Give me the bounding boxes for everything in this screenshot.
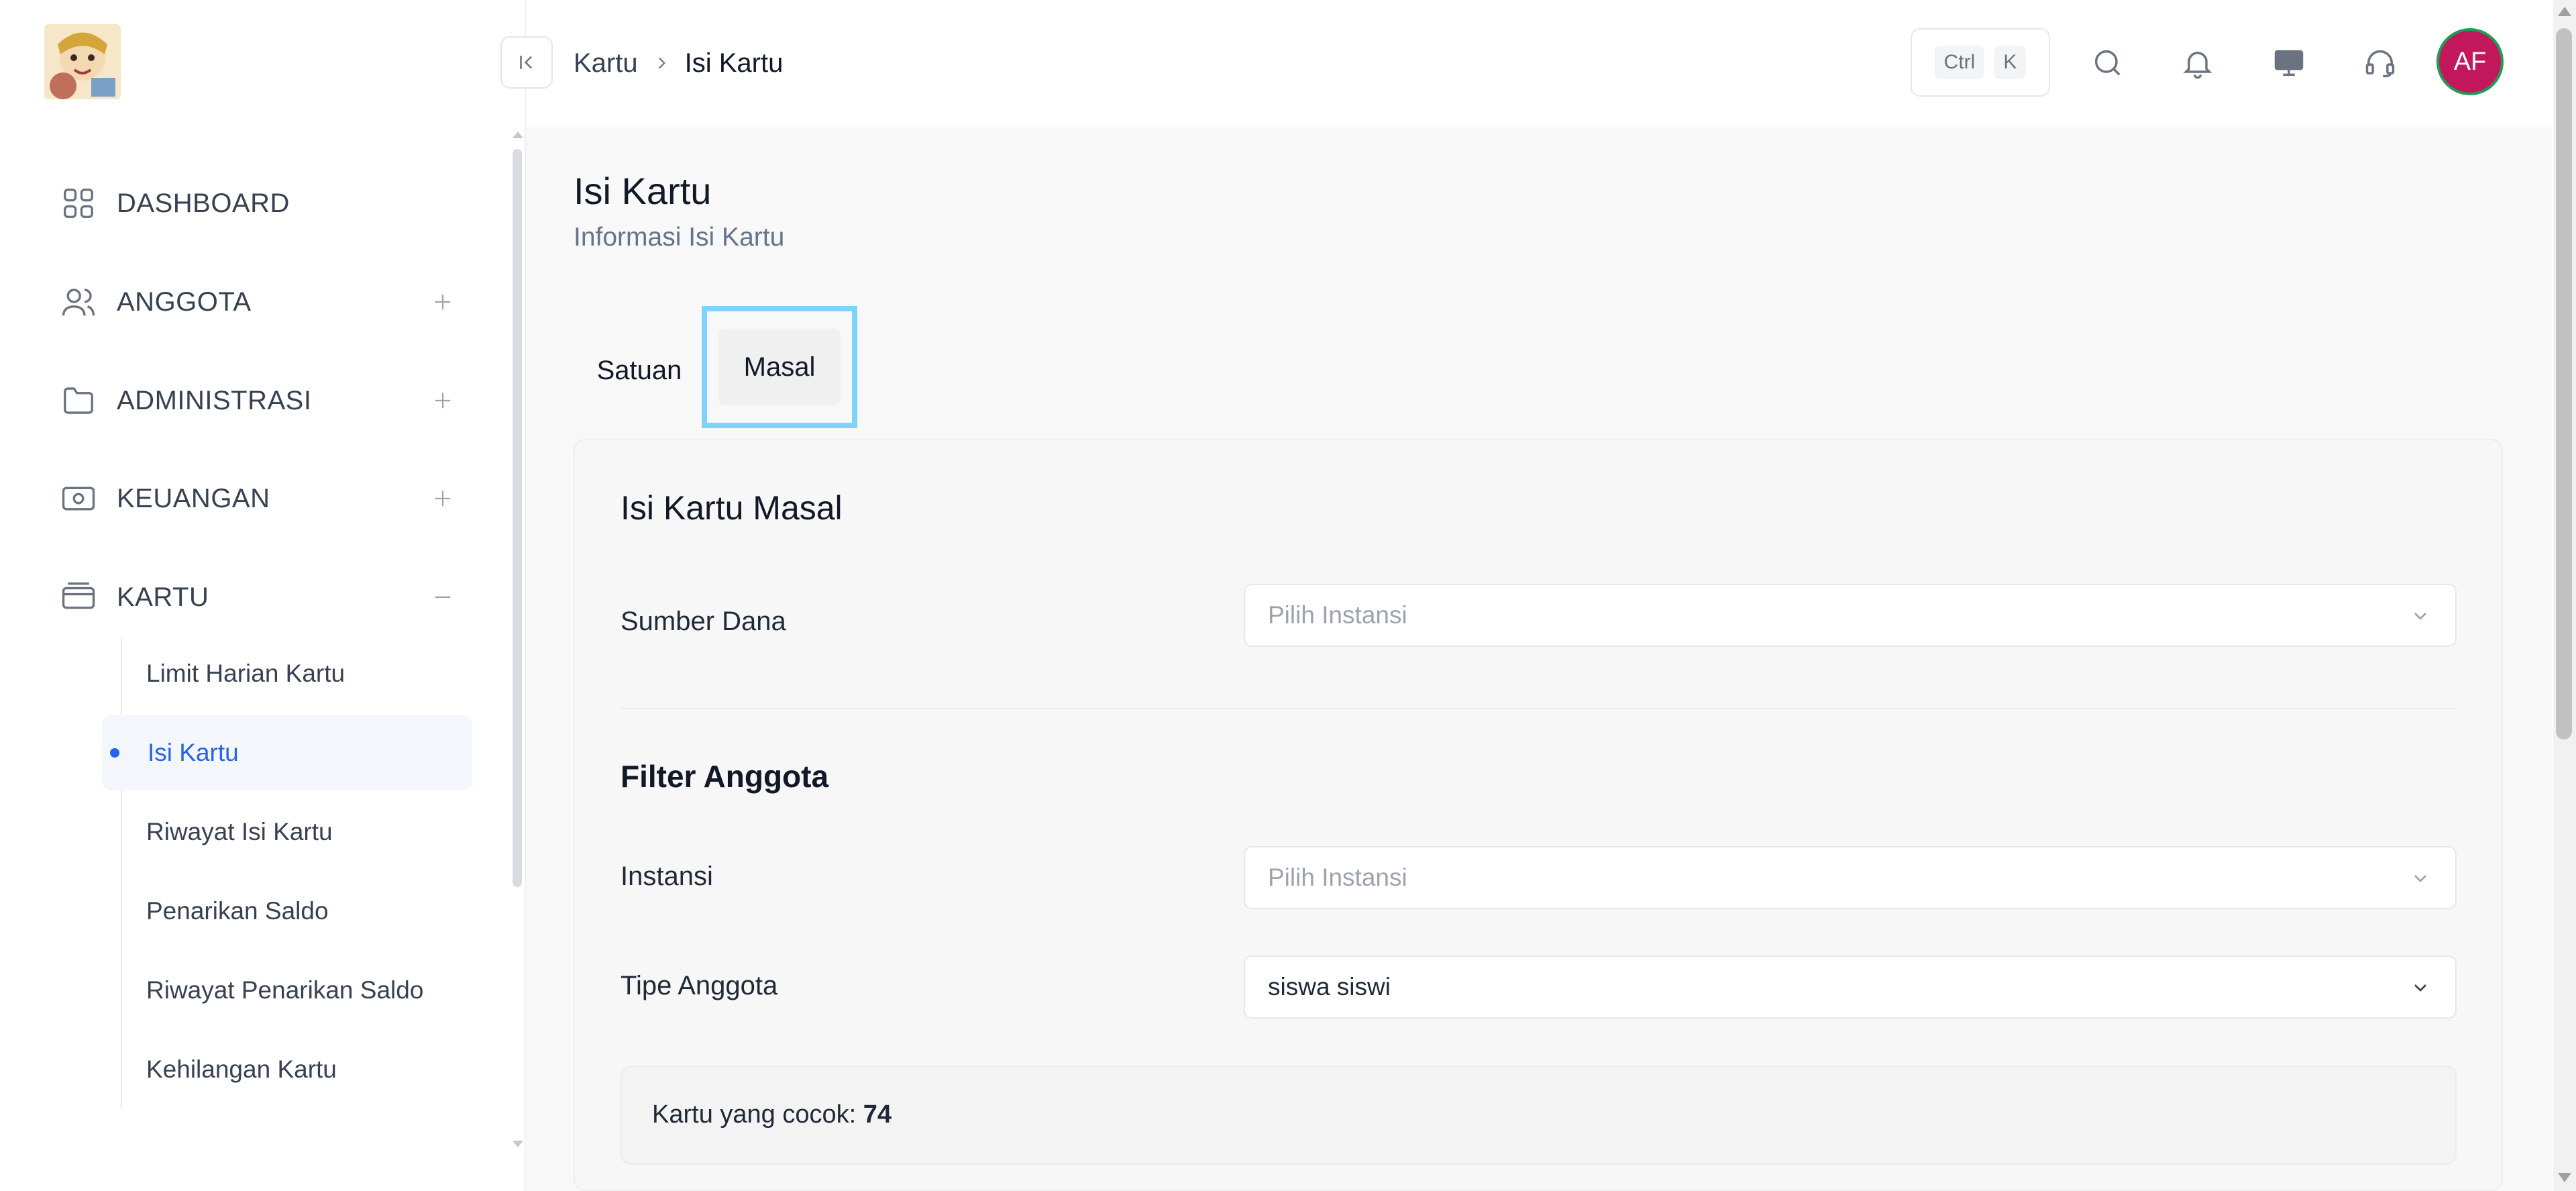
match-text: Kartu yang cocok: 74	[652, 1100, 892, 1129]
chevron-down-icon	[2414, 613, 2426, 620]
breadcrumb-kartu[interactable]: Kartu	[574, 48, 638, 79]
tab-masal[interactable]: Masal	[702, 306, 857, 428]
match-count: 74	[863, 1100, 892, 1129]
form-title: Isi Kartu Masal	[621, 489, 843, 527]
page-title: Isi Kartu	[574, 170, 712, 212]
sidebar-subitem-kehilangan[interactable]: Kehilangan Kartu	[101, 1032, 470, 1107]
sidebar-item-administrasi[interactable]: ADMINISTRASI	[0, 360, 496, 441]
sidebar-item-label: KARTU	[117, 582, 209, 612]
collapse-sidebar-button[interactable]	[500, 36, 553, 89]
page-scroll-up[interactable]	[2558, 7, 2571, 16]
card-icon	[60, 579, 97, 615]
tab-label: Masal	[743, 352, 816, 382]
plus-icon[interactable]	[429, 387, 456, 414]
sidebar-item-kartu[interactable]: KARTU	[0, 557, 496, 637]
top-header	[526, 0, 2552, 127]
bell-icon[interactable]	[2176, 42, 2219, 85]
sidebar-subitem-riwayat-penarikan[interactable]: Riwayat Penarikan Saldo	[101, 953, 470, 1028]
select-placeholder: Pilih Instansi	[1268, 864, 1407, 891]
sidebar-scrollbar[interactable]	[513, 149, 522, 887]
plus-icon[interactable]	[429, 289, 456, 315]
match-label: Kartu yang cocok:	[652, 1100, 863, 1129]
sumber-dana-label: Sumber Dana	[621, 607, 786, 636]
command-palette-button[interactable]: Ctrl K	[1911, 28, 2050, 97]
kbd-k: K	[1994, 46, 2027, 79]
sidebar-item-label: ANGGOTA	[117, 287, 252, 317]
subitem-label: Riwayat Penarikan Saldo	[146, 976, 424, 1004]
sidebar-subitem-limit-harian[interactable]: Limit Harian Kartu	[101, 636, 470, 711]
sidebar-item-label: DASHBOARD	[117, 188, 290, 218]
cash-icon	[60, 480, 97, 517]
plus-icon[interactable]	[429, 485, 456, 512]
grid-icon	[60, 185, 97, 221]
match-summary	[621, 1066, 2457, 1165]
subitem-label: Penarikan Saldo	[146, 897, 329, 925]
sidebar-item-label: ADMINISTRASI	[117, 385, 312, 415]
chevron-down-icon	[2414, 984, 2426, 992]
sidebar-scroll-up[interactable]	[513, 132, 523, 138]
select-placeholder: Pilih Instansi	[1268, 601, 1407, 629]
folder-icon	[60, 382, 97, 419]
page-scrollbar-thumb[interactable]	[2556, 28, 2572, 739]
sidebar-item-keuangan[interactable]: KEUANGAN	[0, 458, 496, 539]
subitem-label: Kehilangan Kartu	[146, 1055, 337, 1083]
minus-icon[interactable]	[429, 584, 456, 611]
tipe-anggota-label: Tipe Anggota	[621, 971, 778, 1000]
chevron-down-icon	[2414, 875, 2426, 882]
sidebar-item-anggota[interactable]: ANGGOTA	[0, 262, 496, 342]
sidebar: DASHBOARD ANGGOTA ADMINISTRASI KEUANGAN …	[0, 0, 526, 1191]
tab-label: Satuan	[596, 355, 682, 385]
breadcrumb: Kartu Isi Kartu	[574, 43, 783, 83]
monitor-icon[interactable]	[2267, 42, 2310, 85]
sidebar-subitem-riwayat-isi[interactable]: Riwayat Isi Kartu	[101, 794, 470, 870]
instansi-label: Instansi	[621, 862, 713, 891]
active-dot	[110, 748, 119, 758]
user-avatar[interactable]: AF	[2436, 28, 2504, 95]
subitem-label: Isi Kartu	[148, 739, 239, 766]
filter-title: Filter Anggota	[621, 759, 829, 794]
tab-satuan[interactable]: Satuan	[582, 317, 696, 424]
section-divider	[621, 708, 2457, 709]
breadcrumb-current: Isi Kartu	[684, 48, 784, 78]
sidebar-item-dashboard[interactable]: DASHBOARD	[0, 163, 496, 244]
collapse-icon	[520, 56, 532, 69]
tab-masal-inner: Masal	[718, 329, 841, 405]
sidebar-scroll-down[interactable]	[513, 1141, 523, 1147]
headset-icon[interactable]	[2359, 42, 2402, 85]
avatar-initials: AF	[2453, 47, 2487, 76]
page-subtitle: Informasi Isi Kartu	[574, 223, 785, 252]
select-value: siswa siswi	[1268, 973, 1391, 1000]
instansi-select[interactable]: Pilih Instansi	[1244, 846, 2457, 909]
sumber-dana-select[interactable]: Pilih Instansi	[1244, 584, 2457, 647]
tipe-anggota-select[interactable]: siswa siswi	[1244, 955, 2457, 1019]
page-scroll-down[interactable]	[2558, 1173, 2571, 1182]
chevron-right-icon	[653, 54, 670, 72]
app-root: DASHBOARD ANGGOTA ADMINISTRASI KEUANGAN …	[0, 0, 2576, 1191]
search-icon[interactable]	[2086, 42, 2129, 85]
app-logo[interactable]	[44, 24, 121, 99]
subitem-label: Limit Harian Kartu	[146, 660, 345, 687]
kbd-ctrl: Ctrl	[1934, 46, 1985, 79]
subitem-label: Riwayat Isi Kartu	[146, 818, 333, 845]
sidebar-subitem-isi-kartu[interactable]: Isi Kartu	[102, 715, 472, 790]
sidebar-item-label: KEUANGAN	[117, 483, 270, 513]
sidebar-subitem-penarikan-saldo[interactable]: Penarikan Saldo	[101, 874, 470, 949]
users-icon	[60, 284, 97, 320]
